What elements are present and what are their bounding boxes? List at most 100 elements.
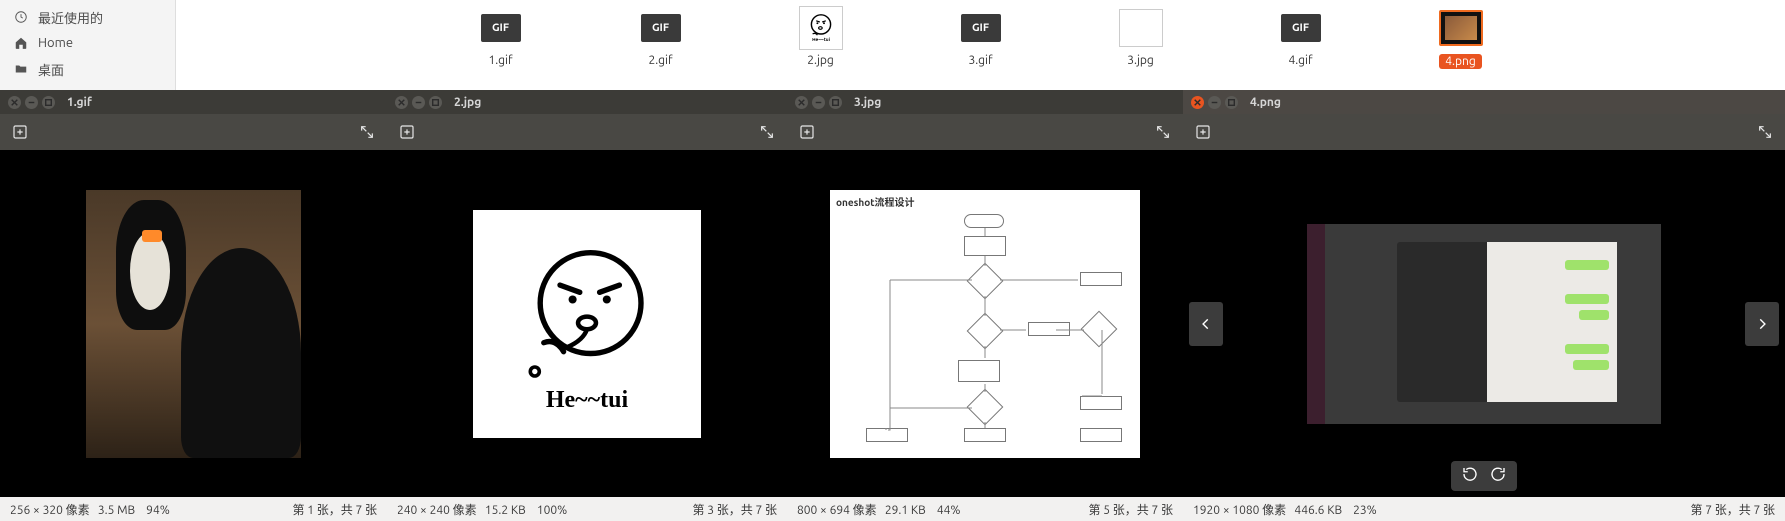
status-zoom: 100%	[537, 504, 567, 517]
window-maximize-button[interactable]	[1225, 96, 1238, 109]
add-button[interactable]	[397, 122, 417, 142]
file-label: 3.gif	[968, 54, 992, 67]
viewer-statusbar: 1920 × 1080 像素 446.6 KB 23% 第 7 张，共 7 张	[1183, 497, 1785, 521]
status-dimensions: 1920 × 1080 像素	[1193, 504, 1286, 517]
image-content	[1307, 224, 1661, 424]
status-dimensions: 240 × 240 像素	[397, 504, 477, 517]
file-label: 2.gif	[648, 54, 672, 67]
image-content	[86, 190, 301, 458]
status-filesize: 446.6 KB	[1294, 504, 1342, 517]
status-zoom: 94%	[146, 504, 170, 517]
window-minimize-button[interactable]	[812, 96, 825, 109]
window-minimize-button[interactable]	[1208, 96, 1221, 109]
viewer-canvas[interactable]	[1183, 150, 1785, 497]
viewer-toolbar	[1183, 114, 1785, 150]
window-close-button[interactable]	[8, 96, 21, 109]
window-maximize-button[interactable]	[429, 96, 442, 109]
gif-badge-icon: GIF	[961, 14, 1001, 42]
thumbnail-image	[1119, 9, 1163, 47]
window-close-button[interactable]	[1191, 96, 1204, 109]
sidebar-item-label: 桌面	[38, 60, 64, 79]
image-viewer-window-active: 4.png 1920 × 1080	[1183, 90, 1785, 521]
fullscreen-button[interactable]	[357, 122, 377, 142]
add-button[interactable]	[797, 122, 817, 142]
window-close-button[interactable]	[395, 96, 408, 109]
status-position: 第 7 张，共 7 张	[1690, 501, 1775, 518]
window-titlebar[interactable]: 3.jpg	[787, 90, 1183, 114]
gif-badge-icon: GIF	[481, 14, 521, 42]
file-item[interactable]: GIF 2.gif	[626, 6, 696, 67]
image-content: oneshot流程设计	[830, 190, 1140, 458]
thumbnail-image: He~~tui	[799, 6, 843, 50]
image-viewer-window: 3.jpg oneshot流程设计	[787, 90, 1183, 521]
status-position: 第 3 张，共 7 张	[692, 501, 777, 518]
window-minimize-button[interactable]	[412, 96, 425, 109]
viewer-toolbar	[0, 114, 387, 150]
file-manager: 最近使用的 Home 桌面 GIF 1.gif GIF 2.gif He~~tu…	[0, 0, 1785, 90]
file-item[interactable]: He~~tui 2.jpg	[786, 6, 856, 67]
status-dimensions: 800 × 694 像素	[797, 504, 877, 517]
home-icon	[14, 36, 28, 50]
rotate-left-button[interactable]	[1461, 465, 1479, 487]
viewer-canvas[interactable]	[0, 150, 387, 497]
file-label: 2.jpg	[807, 54, 834, 67]
viewer-canvas[interactable]: oneshot流程设计	[787, 150, 1183, 497]
add-button[interactable]	[1193, 122, 1213, 142]
window-titlebar[interactable]: 1.gif	[0, 90, 387, 114]
viewer-statusbar: 240 × 240 像素 15.2 KB 100% 第 3 张，共 7 张	[387, 497, 787, 521]
gif-badge-icon: GIF	[641, 14, 681, 42]
next-image-button[interactable]	[1745, 302, 1779, 346]
image-content: He~~tui	[473, 210, 701, 438]
status-filesize: 29.1 KB	[885, 504, 926, 517]
status-dimensions: 256 × 320 像素	[10, 504, 90, 517]
folder-icon	[14, 62, 28, 76]
rotate-controls	[1451, 461, 1517, 491]
file-item[interactable]: 3.jpg	[1106, 6, 1176, 67]
status-zoom: 44%	[937, 504, 961, 517]
window-title: 3.jpg	[854, 96, 881, 109]
fullscreen-button[interactable]	[1755, 122, 1775, 142]
window-title: 2.jpg	[454, 96, 481, 109]
window-maximize-button[interactable]	[829, 96, 842, 109]
rotate-right-button[interactable]	[1489, 465, 1507, 487]
window-titlebar[interactable]: 4.png	[1183, 90, 1785, 114]
fullscreen-button[interactable]	[757, 122, 777, 142]
viewer-toolbar	[387, 114, 787, 150]
file-label: 3.jpg	[1127, 54, 1154, 67]
fullscreen-button[interactable]	[1153, 122, 1173, 142]
file-item-selected[interactable]: 4.png	[1426, 6, 1496, 69]
add-button[interactable]	[10, 122, 30, 142]
sidebar-item-recent[interactable]: 最近使用的	[0, 4, 175, 30]
prev-image-button[interactable]	[1189, 302, 1223, 346]
window-title: 1.gif	[67, 96, 92, 109]
viewer-windows-row: 1.gif 256 × 320 像素 3.5 MB 94% 第 1 张，共 7 …	[0, 90, 1785, 521]
file-item[interactable]: GIF 3.gif	[946, 6, 1016, 67]
clock-icon	[14, 10, 28, 24]
sidebar-item-label: Home	[38, 36, 73, 50]
status-position: 第 1 张，共 7 张	[292, 501, 377, 518]
window-maximize-button[interactable]	[42, 96, 55, 109]
image-viewer-window: 1.gif 256 × 320 像素 3.5 MB 94% 第 1 张，共 7 …	[0, 90, 387, 521]
file-label: 1.gif	[488, 54, 512, 67]
viewer-canvas[interactable]: He~~tui	[387, 150, 787, 497]
file-manager-sidebar: 最近使用的 Home 桌面	[0, 0, 176, 90]
status-filesize: 15.2 KB	[485, 504, 526, 517]
sidebar-item-home[interactable]: Home	[0, 30, 175, 56]
file-item[interactable]: GIF 1.gif	[466, 6, 536, 67]
gif-badge-icon: GIF	[1281, 14, 1321, 42]
viewer-statusbar: 256 × 320 像素 3.5 MB 94% 第 1 张，共 7 张	[0, 497, 387, 521]
status-position: 第 5 张，共 7 张	[1088, 501, 1173, 518]
sidebar-item-desktop[interactable]: 桌面	[0, 56, 175, 82]
window-minimize-button[interactable]	[25, 96, 38, 109]
sidebar-item-label: 最近使用的	[38, 8, 103, 27]
window-title: 4.png	[1250, 96, 1281, 109]
viewer-statusbar: 800 × 694 像素 29.1 KB 44% 第 5 张，共 7 张	[787, 497, 1183, 521]
window-close-button[interactable]	[795, 96, 808, 109]
status-filesize: 3.5 MB	[98, 504, 135, 517]
image-viewer-window: 2.jpg He~~tui 240 × 240	[387, 90, 787, 521]
image-caption: He~~tui	[546, 387, 628, 414]
window-titlebar[interactable]: 2.jpg	[387, 90, 787, 114]
file-item[interactable]: GIF 4.gif	[1266, 6, 1336, 67]
file-label: 4.png	[1439, 54, 1482, 69]
viewer-toolbar	[787, 114, 1183, 150]
